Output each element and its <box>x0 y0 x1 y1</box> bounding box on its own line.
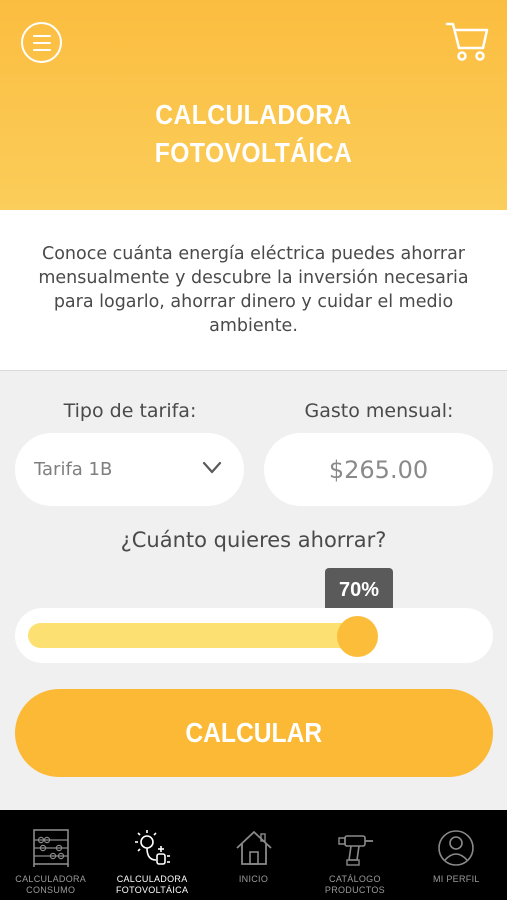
calculate-button[interactable]: CALCULAR <box>15 689 493 777</box>
menu-line <box>32 48 51 51</box>
tab-label-line1: INICIO <box>238 874 269 884</box>
tarifa-select[interactable]: Tarifa 1B <box>15 433 244 506</box>
tab-label-line1: CALCULADORA <box>116 874 188 884</box>
tab-calculadora-fotovoltaica[interactable]: CALCULADORA FOTOVOLTÁICA <box>101 810 202 900</box>
tab-label: CALCULADORA FOTOVOLTÁICA <box>116 874 188 896</box>
tab-mi-perfil[interactable]: MI PERFIL <box>406 810 507 900</box>
tarifa-select-value: Tarifa 1B <box>34 459 113 480</box>
tab-label: CATÁLOGO PRODUCTOS <box>325 874 385 896</box>
slider-fill <box>28 623 358 648</box>
tab-calculadora-consumo[interactable]: CALCULADORA CONSUMO <box>0 810 101 900</box>
page-title: CALCULADORA FOTOVOLTÁICA <box>0 96 507 172</box>
slider-thumb[interactable] <box>337 616 378 657</box>
gasto-input-value: $265.00 <box>328 455 429 484</box>
page-title-line2: FOTOVOLTÁICA <box>154 137 353 168</box>
app-header: CALCULADORA FOTOVOLTÁICA <box>0 0 507 210</box>
tab-inicio[interactable]: INICIO <box>203 810 304 900</box>
chevron-down-icon <box>202 461 222 474</box>
menu-button[interactable] <box>21 22 62 63</box>
tarifa-label: Tipo de tarifa: <box>63 400 197 422</box>
tab-label-line1: CATÁLOGO <box>329 874 381 884</box>
calculate-button-label: CALCULAR <box>185 717 323 748</box>
tab-label-line2: FOTOVOLTÁICA <box>115 885 189 895</box>
home-icon <box>235 831 272 865</box>
tab-label: CALCULADORA CONSUMO <box>15 874 86 896</box>
sun-plug-icon <box>135 830 171 865</box>
tab-label-line2: PRODUCTOS <box>324 885 385 895</box>
menu-line <box>32 41 51 44</box>
shopping-cart-icon[interactable] <box>445 20 489 62</box>
slider-value-tooltip: 70% <box>325 568 393 612</box>
abacus-icon <box>32 829 69 867</box>
intro-text: Conoce cuánta energía eléctrica puedes a… <box>38 244 469 336</box>
tab-label: MI PERFIL <box>433 874 480 885</box>
tab-label: INICIO <box>239 874 268 885</box>
savings-question: ¿Cuánto quieres ahorrar? <box>120 528 387 552</box>
intro-section: Conoce cuánta energía eléctrica puedes a… <box>0 210 507 371</box>
page-title-line1: CALCULADORA <box>155 99 352 130</box>
savings-slider[interactable] <box>15 608 493 663</box>
drill-icon <box>338 835 373 866</box>
tab-label-line1: CALCULADORA <box>15 874 87 884</box>
profile-icon <box>438 830 475 866</box>
bottom-tab-bar: CALCULADORA CONSUMO CALCULADORA FOTOVOLT… <box>0 810 507 900</box>
menu-line <box>32 34 51 37</box>
tab-label-line2: CONSUMO <box>26 885 76 895</box>
gasto-input[interactable]: $265.00 <box>264 433 493 506</box>
tab-label-line1: MI PERFIL <box>432 874 480 884</box>
gasto-label: Gasto mensual: <box>304 400 454 422</box>
tab-catalogo-productos[interactable]: CATÁLOGO PRODUCTOS <box>304 810 405 900</box>
